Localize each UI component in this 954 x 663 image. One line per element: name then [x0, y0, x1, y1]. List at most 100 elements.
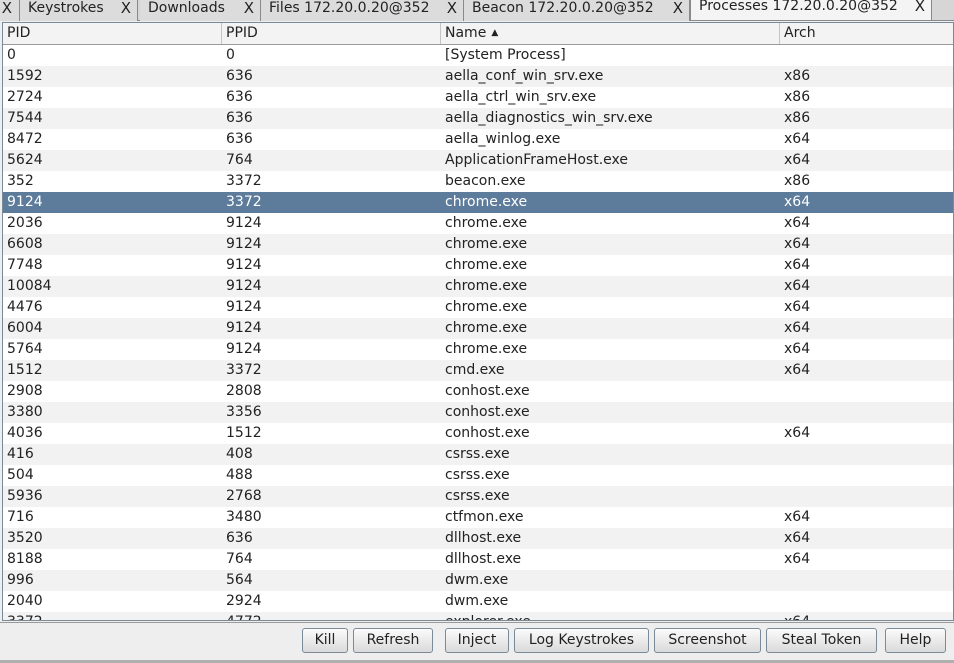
- cell-ppid: 764: [226, 551, 253, 567]
- close-icon[interactable]: X: [673, 0, 683, 17]
- table-row[interactable]: 6004 9124 chrome.exe x64: [3, 318, 953, 339]
- table-row[interactable]: 716 3480 ctfmon.exe x64: [3, 507, 953, 528]
- cell-arch: x64: [784, 530, 811, 546]
- kill-button[interactable]: Kill: [302, 628, 348, 653]
- steal-token-button[interactable]: Steal Token: [766, 628, 877, 653]
- cell-arch: x64: [784, 194, 811, 210]
- column-header-name[interactable]: Name ▲: [441, 23, 780, 44]
- cell-ppid: 3480: [226, 509, 262, 525]
- table-row[interactable]: 7748 9124 chrome.exe x64: [3, 255, 953, 276]
- cell-arch: x64: [784, 215, 811, 231]
- cell-ppid: 9124: [226, 320, 262, 336]
- cell-name: chrome.exe: [445, 194, 528, 210]
- cell-ppid: 636: [226, 110, 253, 126]
- cell-name: chrome.exe: [445, 215, 528, 231]
- cell-pid: 5936: [7, 488, 43, 504]
- cell-name: dwm.exe: [445, 593, 509, 609]
- table-row[interactable]: 7544 636 aella_diagnostics_win_srv.exe x86: [3, 108, 953, 129]
- table-row[interactable]: 33724772explorer.exex64: [3, 612, 953, 620]
- table-row[interactable]: 0 0 [System Process]: [3, 45, 953, 66]
- cell-name: chrome.exe: [445, 299, 528, 315]
- log-keystrokes-button[interactable]: Log Keystrokes: [514, 628, 649, 653]
- tab-previous-close[interactable]: X: [0, 0, 20, 21]
- cell-pid: 4476: [7, 299, 43, 315]
- cell-ppid: 9124: [226, 257, 262, 273]
- column-header-label: Arch: [784, 25, 816, 41]
- cell-pid: 996: [7, 572, 34, 588]
- table-row[interactable]: 5936 2768 csrss.exe: [3, 486, 953, 507]
- table-row[interactable]: 2040 2924 dwm.exe: [3, 591, 953, 612]
- close-icon[interactable]: X: [447, 0, 457, 17]
- inject-button[interactable]: Inject: [445, 628, 509, 653]
- close-icon[interactable]: X: [121, 0, 131, 17]
- cell-arch: x86: [784, 110, 811, 126]
- table-row[interactable]: 10084 9124 chrome.exe x64: [3, 276, 953, 297]
- cell-ppid: 408: [226, 446, 253, 462]
- tab-beacon[interactable]: Beacon 172.20.0.20@352 X: [464, 0, 690, 21]
- table-row[interactable]: 3520 636 dllhost.exe x64: [3, 528, 953, 549]
- cell-arch: [780, 402, 953, 423]
- cell-pid: 8188: [7, 551, 43, 567]
- cell-name: aella_diagnostics_win_srv.exe: [445, 110, 653, 126]
- cell-name: chrome.exe: [445, 320, 528, 336]
- cell-ppid: 9124: [226, 215, 262, 231]
- table-row[interactable]: 996 564 dwm.exe: [3, 570, 953, 591]
- cell-pid: 7748: [7, 257, 43, 273]
- table-row[interactable]: 4036 1512 conhost.exe x64: [3, 423, 953, 444]
- table-row[interactable]: 2036 9124 chrome.exe x64: [3, 213, 953, 234]
- table-row[interactable]: 504 488 csrss.exe: [3, 465, 953, 486]
- table-body: 0 0 [System Process] 1592 636 aella_conf_win_…: [3, 45, 953, 620]
- cell-name: beacon.exe: [445, 173, 526, 189]
- refresh-button[interactable]: Refresh: [353, 628, 433, 653]
- cell-ppid: 1512: [226, 425, 262, 441]
- table-row[interactable]: 5624 764 ApplicationFrameHost.exe x64: [3, 150, 953, 171]
- cell-ppid: 9124: [226, 299, 262, 315]
- table-row[interactable]: 8472 636 aella_winlog.exe x64: [3, 129, 953, 150]
- screenshot-button[interactable]: Screenshot: [654, 628, 761, 653]
- cell-pid: 352: [7, 173, 34, 189]
- cell-name: dllhost.exe: [445, 551, 522, 567]
- table-row[interactable]: 3380 3356 conhost.exe: [3, 402, 953, 423]
- cell-arch: [780, 591, 953, 612]
- cell-arch: x86: [784, 89, 811, 105]
- table-row[interactable]: 1592 636 aella_conf_win_srv.exe x86: [3, 66, 953, 87]
- cell-arch: [780, 45, 953, 66]
- table-row[interactable]: 6608 9124 chrome.exe x64: [3, 234, 953, 255]
- tab-files[interactable]: Files 172.20.0.20@352 X: [261, 0, 464, 21]
- cell-name: csrss.exe: [445, 488, 510, 504]
- tab-label: Downloads: [148, 0, 225, 16]
- cell-pid: 1512: [7, 362, 43, 378]
- cell-ppid: 488: [226, 467, 253, 483]
- cell-pid: 7544: [7, 110, 43, 126]
- column-header-ppid[interactable]: PPID: [222, 23, 441, 44]
- close-icon[interactable]: X: [915, 0, 925, 15]
- table-row[interactable]: 8188 764 dllhost.exe x64: [3, 549, 953, 570]
- column-header-arch[interactable]: Arch: [780, 23, 953, 44]
- column-header-pid[interactable]: PID: [3, 23, 222, 44]
- tab-keystrokes[interactable]: Keystrokes X: [0, 0, 138, 21]
- table-row[interactable]: 9124 3372 chrome.exe x64: [3, 192, 953, 213]
- table-row[interactable]: 2908 2808 conhost.exe: [3, 381, 953, 402]
- table-row[interactable]: 2724 636 aella_ctrl_win_srv.exe x86: [3, 87, 953, 108]
- sort-ascending-icon: ▲: [491, 28, 499, 38]
- column-header-label: Name: [445, 25, 487, 41]
- tab-bar: Keystrokes X X Downloads X Files 172.20.…: [0, 0, 954, 21]
- close-icon[interactable]: X: [244, 0, 254, 17]
- cell-pid: 0: [7, 47, 16, 63]
- cell-arch: x64: [784, 257, 811, 273]
- cell-name: explorer.exe: [441, 612, 780, 620]
- tab-downloads[interactable]: Downloads X: [140, 0, 261, 21]
- table-row[interactable]: 4476 9124 chrome.exe x64: [3, 297, 953, 318]
- cell-pid: 4036: [7, 425, 43, 441]
- help-button[interactable]: Help: [885, 628, 946, 653]
- table-row[interactable]: 416 408 csrss.exe: [3, 444, 953, 465]
- table-row[interactable]: 352 3372 beacon.exe x86: [3, 171, 953, 192]
- tab-label: Keystrokes: [28, 0, 104, 16]
- process-table[interactable]: PID PPID Name ▲ Arch 0 0 [System Process] 15…: [2, 22, 954, 621]
- table-row[interactable]: 1512 3372 cmd.exe x64: [3, 360, 953, 381]
- table-row[interactable]: 5764 9124 chrome.exe x64: [3, 339, 953, 360]
- close-icon[interactable]: X: [2, 0, 12, 17]
- tab-processes[interactable]: Processes 172.20.0.20@352 X: [690, 0, 932, 20]
- cell-name: chrome.exe: [445, 278, 528, 294]
- column-header-label: PPID: [226, 25, 258, 41]
